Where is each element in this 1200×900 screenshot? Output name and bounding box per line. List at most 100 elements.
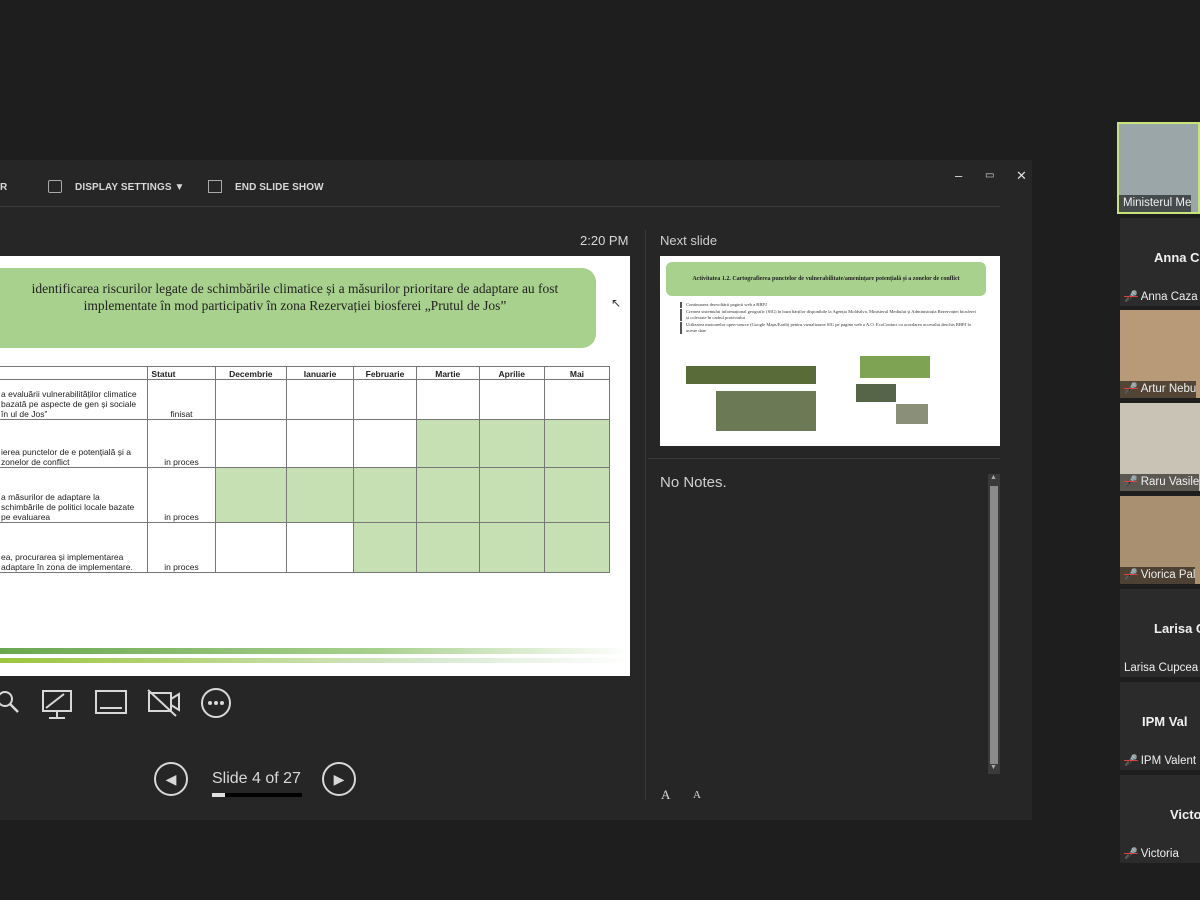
month-cell — [416, 379, 480, 420]
table-header-cell: Aprilie — [478, 366, 545, 380]
participant-name: 🎤 Artur Nebu — [1120, 381, 1197, 398]
participant-tile[interactable]: 🎤 Raru Vasile — [1120, 403, 1200, 491]
pen-tools-icon[interactable] — [40, 688, 74, 720]
task-cell: a măsurilor de adaptare la schimbările d… — [0, 467, 149, 523]
minimize-button[interactable]: – — [955, 168, 962, 183]
muted-mic-icon: 🎤 — [1124, 476, 1138, 488]
decrease-font-button[interactable]: A — [693, 789, 701, 801]
table-header-cell: Ianuarie — [286, 366, 354, 380]
end-slideshow-icon — [208, 180, 222, 193]
participant-name-label: Larisa Cupcea — [1124, 662, 1199, 674]
month-cell — [416, 419, 480, 468]
month-cell — [214, 419, 288, 468]
next-slide-title: Activitatea 1.2. Cartografierea punctelo… — [666, 262, 986, 296]
slide-progress-bar — [212, 793, 302, 797]
next-slide-image — [716, 391, 816, 431]
table-row: ierea punctelor de e potențială și a zon… — [0, 419, 611, 468]
participant-name-label: Artur Nebu — [1140, 383, 1197, 395]
next-slide-bullet: Continuarea dezvoltării paginii web a RB… — [680, 302, 980, 308]
pane-separator[interactable] — [645, 230, 646, 800]
increase-font-button[interactable]: A — [661, 787, 670, 803]
toolbar-partial-item[interactable]: R — [0, 182, 7, 193]
month-cell — [286, 522, 354, 573]
participant-tile[interactable]: 🎤 Artur Nebu — [1120, 310, 1200, 398]
month-cell — [214, 522, 288, 573]
month-cell — [543, 379, 611, 420]
status-cell: in proces — [147, 419, 216, 468]
see-all-slides-icon[interactable] — [94, 688, 128, 718]
toolbar-divider — [0, 206, 1000, 207]
participant-name: 🎤 Anna Caza — [1120, 289, 1198, 306]
participant-name: 🎤 Raru Vasile — [1120, 474, 1200, 491]
table-row: a măsurilor de adaptare la schimbările d… — [0, 467, 611, 523]
current-slide[interactable]: identificarea riscurilor legate de schim… — [0, 256, 630, 676]
month-cell — [214, 467, 288, 523]
participant-tile[interactable]: 🎤 Viorica Pal — [1120, 496, 1200, 584]
next-slide-image — [896, 404, 928, 424]
scroll-thumb[interactable] — [990, 486, 998, 764]
month-cell — [478, 467, 545, 523]
camera-off-icon[interactable] — [146, 688, 182, 718]
display-settings-icon — [48, 180, 62, 193]
month-cell — [352, 522, 418, 573]
participant-name-label: Victoria — [1140, 848, 1179, 860]
participant-tile[interactable]: Victo 🎤 Victoria — [1120, 775, 1200, 863]
month-cell — [478, 419, 545, 468]
participant-name: Ministerul Me — [1119, 195, 1192, 212]
status-cell: finisat — [147, 379, 216, 420]
scroll-down-icon[interactable]: ▼ — [990, 764, 997, 771]
zoom-icon[interactable] — [0, 688, 22, 716]
restore-button[interactable]: ▭ — [985, 170, 994, 181]
previous-slide-button[interactable]: ◀ — [154, 762, 188, 796]
schedule-table: Statut Decembrie Ianuarie Februarie Martie Ap… — [0, 366, 611, 573]
muted-mic-icon: 🎤 — [1124, 383, 1138, 395]
muted-mic-icon: 🎤 — [1124, 755, 1138, 767]
next-slide-image — [860, 356, 930, 378]
slide-counter[interactable]: Slide 4 of 27 — [212, 770, 301, 788]
muted-mic-icon: 🎤 — [1124, 569, 1138, 581]
next-slide-label: Next slide — [660, 233, 718, 248]
more-options-icon[interactable] — [200, 688, 234, 720]
slide-title: identificarea riscurilor legate de schim… — [0, 268, 596, 348]
month-cell — [478, 522, 545, 573]
participant-display-name: Victo — [1170, 807, 1200, 822]
notes-divider — [648, 458, 1000, 459]
clock: 2:20 PM — [580, 233, 629, 248]
end-slideshow-button[interactable]: END SLIDE SHOW — [235, 182, 324, 193]
participant-name-label: Viorica Pal — [1140, 569, 1196, 581]
muted-mic-icon: 🎤 — [1124, 848, 1138, 860]
scroll-up-icon[interactable]: ▲ — [990, 474, 997, 481]
participant-display-name: Anna C — [1154, 250, 1200, 265]
table-header-cell — [0, 366, 149, 380]
speaker-notes[interactable]: No Notes. — [660, 474, 727, 491]
slide-progress-fill — [212, 793, 226, 797]
month-cell — [352, 379, 418, 420]
display-settings-button[interactable]: DISPLAY SETTINGS ▼ — [75, 182, 185, 193]
participant-name: Larisa Cupcea — [1120, 660, 1198, 677]
table-header-cell: Mai — [543, 366, 611, 380]
next-slide-button[interactable]: ▶ — [322, 762, 356, 796]
participant-tile[interactable]: Anna C 🎤 Anna Caza — [1120, 218, 1200, 306]
participant-tile[interactable]: Larisa C Larisa Cupcea — [1120, 589, 1200, 677]
notes-scrollbar[interactable]: ▲ ▼ — [988, 474, 1000, 774]
presenter-view: R DISPLAY SETTINGS ▼ END SLIDE SHOW – ▭ … — [0, 160, 1032, 820]
month-cell — [352, 467, 418, 523]
participant-tile[interactable]: IPM Val 🎤 IPM Valent — [1120, 682, 1200, 770]
month-cell — [286, 379, 354, 420]
next-slide-image — [686, 366, 816, 384]
month-cell — [286, 467, 354, 523]
next-slide-preview[interactable]: Activitatea 1.2. Cartografierea punctelo… — [660, 256, 1000, 446]
close-button[interactable]: ✕ — [1016, 168, 1027, 184]
participant-tile[interactable]: Ministerul Me — [1117, 122, 1200, 214]
next-slide-bullet: Utilizarea motoarelor open-source (Googl… — [680, 322, 980, 334]
month-cell — [416, 522, 480, 573]
participant-display-name: IPM Val — [1142, 714, 1188, 729]
task-cell: ierea punctelor de e potențială și a zon… — [0, 419, 149, 468]
participant-name-label: Raru Vasile — [1140, 476, 1200, 488]
table-header-cell: Martie — [416, 366, 480, 380]
month-cell — [416, 467, 480, 523]
participant-name-label: Ministerul Me — [1123, 197, 1192, 209]
table-header-cell: Decembrie — [214, 366, 288, 380]
month-cell — [352, 419, 418, 468]
participant-display-name: Larisa C — [1154, 621, 1200, 636]
